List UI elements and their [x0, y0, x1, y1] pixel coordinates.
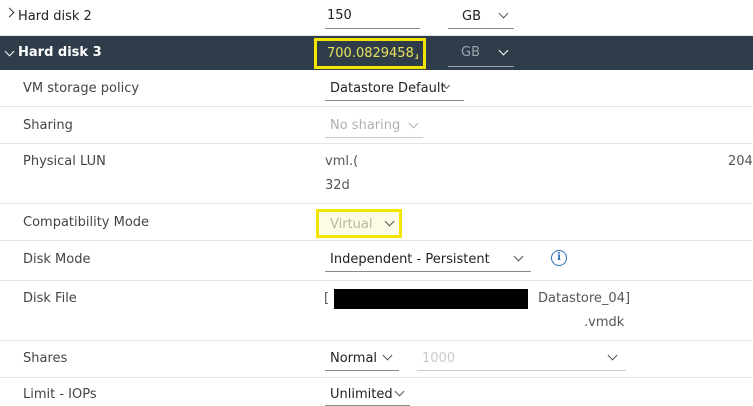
chevron-down-icon[interactable] — [408, 118, 419, 129]
compatibility-mode-row: Compatibility Mode Virtual — [0, 204, 753, 241]
disk-file-bracket: [ — [324, 291, 330, 306]
expand-chevron-icon[interactable] — [4, 7, 15, 18]
hard-disk-2-size-input[interactable]: 150 — [327, 8, 352, 23]
vm-storage-policy-select[interactable]: Datastore Default — [330, 81, 446, 96]
disk-file-datastore: Datastore_04] — [538, 291, 631, 306]
shares-label: Shares — [23, 351, 68, 366]
limit-iops-select[interactable]: Unlimited — [330, 387, 393, 402]
chevron-down-icon — [384, 216, 395, 227]
chevron-down-icon[interactable] — [607, 350, 618, 361]
hard-disk-3-unit-select[interactable]: GB — [461, 45, 480, 60]
chevron-down-icon[interactable] — [394, 386, 405, 397]
disk-file-label: Disk File — [23, 291, 77, 306]
vm-storage-policy-label: VM storage policy — [23, 81, 140, 96]
hard-disk-2-label[interactable]: Hard disk 2 — [18, 9, 92, 24]
hard-disk-3-size-value: 700.0829458⸥ — [327, 46, 419, 61]
compatibility-mode-select[interactable]: Virtual — [316, 209, 402, 238]
disk-file-extension: .vmdk — [584, 315, 625, 330]
hard-disk-2-unit-select[interactable]: GB — [462, 9, 481, 24]
disk-mode-label: Disk Mode — [23, 252, 91, 267]
shares-select[interactable]: Normal — [330, 351, 377, 366]
shares-row: Shares Normal 1000 — [0, 341, 753, 378]
sharing-label: Sharing — [23, 118, 73, 133]
physical-lun-value-line1: vml.( — [325, 154, 359, 169]
chevron-down-icon[interactable] — [513, 251, 524, 262]
chevron-down-icon[interactable] — [498, 8, 509, 19]
hard-disk-3-size-input[interactable]: 700.0829458⸥ — [314, 38, 426, 69]
compatibility-mode-label: Compatibility Mode — [23, 215, 150, 230]
physical-lun-value-line2: 32d — [325, 178, 350, 193]
physical-lun-label: Physical LUN — [23, 154, 106, 169]
collapse-chevron-icon[interactable] — [4, 46, 15, 57]
limit-iops-label: Limit - IOPs — [23, 387, 97, 402]
redaction-bar — [334, 289, 528, 309]
disk-file-row: Disk File [ Datastore_04] .vmdk — [0, 281, 753, 341]
vm-storage-policy-row: VM storage policy Datastore Default — [0, 70, 753, 107]
disk-mode-select[interactable]: Independent - Persistent — [330, 252, 490, 267]
sharing-select[interactable]: No sharing — [330, 118, 400, 133]
sharing-row: Sharing No sharing — [0, 107, 753, 144]
hard-disk-2-row: Hard disk 2 150 GB — [0, 0, 753, 36]
hard-disk-3-header: Hard disk 3 700.0829458⸥ GB — [0, 36, 753, 70]
compatibility-mode-value: Virtual — [330, 217, 373, 232]
limit-iops-row: Limit - IOPs Unlimited — [0, 378, 753, 406]
physical-lun-value-right: 204 — [728, 154, 753, 169]
hard-disk-3-label[interactable]: Hard disk 3 — [18, 45, 102, 60]
chevron-down-icon[interactable] — [498, 45, 509, 56]
chevron-down-icon[interactable] — [382, 350, 393, 361]
disk-mode-row: Disk Mode Independent - Persistent i — [0, 241, 753, 281]
info-icon[interactable]: i — [551, 250, 567, 266]
shares-amount-select[interactable]: 1000 — [422, 351, 455, 366]
physical-lun-row: Physical LUN vml.( 32d 204 — [0, 144, 753, 204]
